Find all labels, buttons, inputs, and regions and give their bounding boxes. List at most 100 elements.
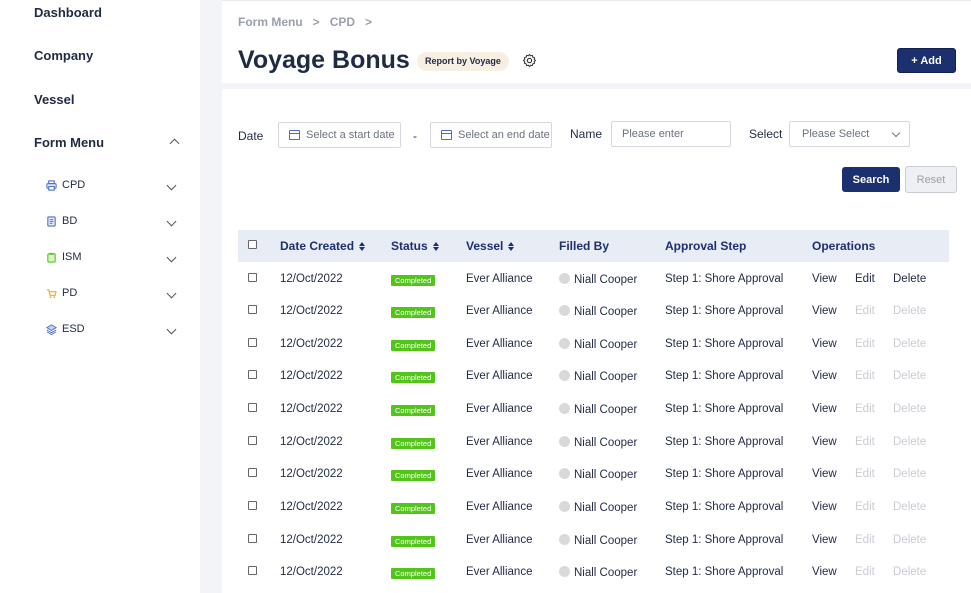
- chevron-down-icon[interactable]: [166, 216, 177, 227]
- printer-icon: [46, 179, 57, 191]
- add-button[interactable]: + Add: [897, 48, 956, 73]
- avatar: [559, 403, 570, 414]
- report-tag[interactable]: Report by Voyage: [417, 52, 509, 71]
- filled-by-name: Niall Cooper: [574, 371, 638, 383]
- cell-approval-step: Step 1: Shore Approval: [665, 468, 784, 480]
- filled-by-name: Niall Cooper: [574, 567, 638, 579]
- sidebar-subitem-bd[interactable]: BD: [46, 215, 77, 227]
- select-value: Please Select: [802, 128, 870, 140]
- row-checkbox[interactable]: [248, 338, 257, 347]
- table-row: 12/Oct/2022 Completed Ever Alliance Niall C…: [238, 295, 949, 328]
- cell-approval-step: Step 1: Shore Approval: [665, 534, 784, 546]
- sidebar-item-company[interactable]: Company: [34, 48, 93, 63]
- view-link[interactable]: View: [812, 370, 837, 382]
- sidebar-subitem-label: PD: [62, 287, 78, 299]
- view-link[interactable]: View: [812, 436, 837, 448]
- avatar: [559, 501, 570, 512]
- view-link[interactable]: View: [812, 501, 837, 513]
- view-link[interactable]: View: [812, 566, 837, 578]
- filled-by-name: Niall Cooper: [574, 469, 638, 481]
- table-row: 12/Oct/2022 Completed Ever Alliance Niall C…: [238, 458, 949, 491]
- sort-icon[interactable]: [359, 241, 366, 251]
- sidebar: Dashboard Company Vessel Form Menu CPD B…: [0, 0, 200, 593]
- column-label: Status: [391, 239, 428, 253]
- name-input[interactable]: Please enter: [611, 121, 731, 147]
- table-row: 12/Oct/2022 Completed Ever Alliance Niall C…: [238, 491, 949, 524]
- date-separator: -: [413, 129, 417, 143]
- delete-link: Delete: [893, 436, 927, 448]
- chevron-down-icon[interactable]: [166, 324, 177, 335]
- row-checkbox[interactable]: [248, 468, 257, 477]
- sidebar-subitem-esd[interactable]: ESD: [46, 323, 85, 335]
- status-badge: Completed: [391, 470, 436, 481]
- delete-link[interactable]: Delete: [893, 273, 926, 285]
- row-checkbox[interactable]: [248, 566, 257, 575]
- search-button[interactable]: Search: [842, 167, 900, 192]
- chevron-down-icon: [891, 128, 901, 138]
- row-checkbox[interactable]: [248, 501, 257, 510]
- view-link[interactable]: View: [812, 305, 837, 317]
- row-checkbox[interactable]: [248, 305, 257, 314]
- row-checkbox[interactable]: [248, 534, 257, 543]
- sidebar-subitem-cpd[interactable]: CPD: [46, 179, 85, 191]
- filled-by-name: Niall Cooper: [574, 306, 638, 318]
- row-checkbox[interactable]: [248, 436, 257, 445]
- status-badge: Completed: [391, 307, 436, 318]
- avatar: [559, 273, 570, 284]
- edit-link: Edit: [855, 501, 875, 513]
- cell-vessel: Ever Alliance: [466, 273, 533, 285]
- breadcrumb-item-form-menu[interactable]: Form Menu: [238, 15, 303, 29]
- sidebar-subitem-pd[interactable]: PD: [46, 287, 77, 299]
- row-checkbox[interactable]: [248, 370, 257, 379]
- chevron-down-icon[interactable]: [166, 180, 177, 191]
- sidebar-subitem-ism[interactable]: ISM: [46, 251, 82, 263]
- cell-filled-by: Niall Cooper: [559, 436, 637, 449]
- column-status[interactable]: Status: [391, 239, 439, 253]
- table-row: 12/Oct/2022 Completed Ever Alliance Niall C…: [238, 360, 949, 393]
- cell-approval-step: Step 1: Shore Approval: [665, 370, 784, 382]
- sidebar-item-form-menu[interactable]: Form Menu: [34, 135, 104, 150]
- select-all-checkbox[interactable]: [248, 240, 257, 249]
- view-link[interactable]: View: [812, 534, 837, 546]
- status-badge: Completed: [391, 438, 436, 449]
- table-row: 12/Oct/2022 Completed Ever Alliance Niall C…: [238, 328, 949, 361]
- start-date-placeholder: Select a start date: [306, 129, 395, 141]
- start-date-input[interactable]: Select a start date: [278, 122, 401, 148]
- delete-link: Delete: [893, 370, 927, 382]
- view-link[interactable]: View: [812, 338, 837, 350]
- row-checkbox[interactable]: [248, 273, 257, 282]
- end-date-placeholder: Select an end date: [458, 129, 550, 141]
- chevron-down-icon[interactable]: [166, 252, 177, 263]
- delete-link: Delete: [893, 468, 927, 480]
- breadcrumb-item-cpd[interactable]: CPD: [330, 15, 355, 29]
- view-link[interactable]: View: [812, 403, 837, 415]
- delete-link: Delete: [893, 338, 927, 350]
- column-date-created[interactable]: Date Created: [280, 239, 366, 253]
- chevron-up-icon[interactable]: [169, 138, 180, 149]
- filter-select[interactable]: Please Select: [789, 121, 910, 147]
- sort-icon[interactable]: [432, 241, 439, 251]
- column-vessel[interactable]: Vessel: [466, 239, 515, 253]
- end-date-input[interactable]: Select an end date: [430, 122, 552, 148]
- sort-icon[interactable]: [508, 241, 515, 251]
- row-checkbox[interactable]: [248, 403, 257, 412]
- chevron-down-icon[interactable]: [166, 288, 177, 299]
- sidebar-item-dashboard[interactable]: Dashboard: [34, 5, 102, 20]
- cell-date-created: 12/Oct/2022: [280, 370, 343, 382]
- sidebar-subitem-label: ISM: [62, 251, 82, 263]
- edit-link[interactable]: Edit: [855, 273, 875, 285]
- cell-date-created: 12/Oct/2022: [280, 566, 343, 578]
- cell-date-created: 12/Oct/2022: [280, 338, 343, 350]
- view-link[interactable]: View: [812, 273, 837, 285]
- reset-button[interactable]: Reset: [905, 166, 957, 193]
- delete-link: Delete: [893, 566, 927, 578]
- cell-filled-by: Niall Cooper: [559, 501, 637, 514]
- cell-vessel: Ever Alliance: [466, 501, 533, 513]
- column-label: Vessel: [466, 239, 504, 253]
- name-placeholder: Please enter: [622, 128, 684, 140]
- sidebar-item-vessel[interactable]: Vessel: [34, 92, 75, 107]
- view-link[interactable]: View: [812, 468, 837, 480]
- calendar-icon: [441, 130, 452, 140]
- cell-approval-step: Step 1: Shore Approval: [665, 305, 784, 317]
- gear-icon[interactable]: [522, 53, 537, 68]
